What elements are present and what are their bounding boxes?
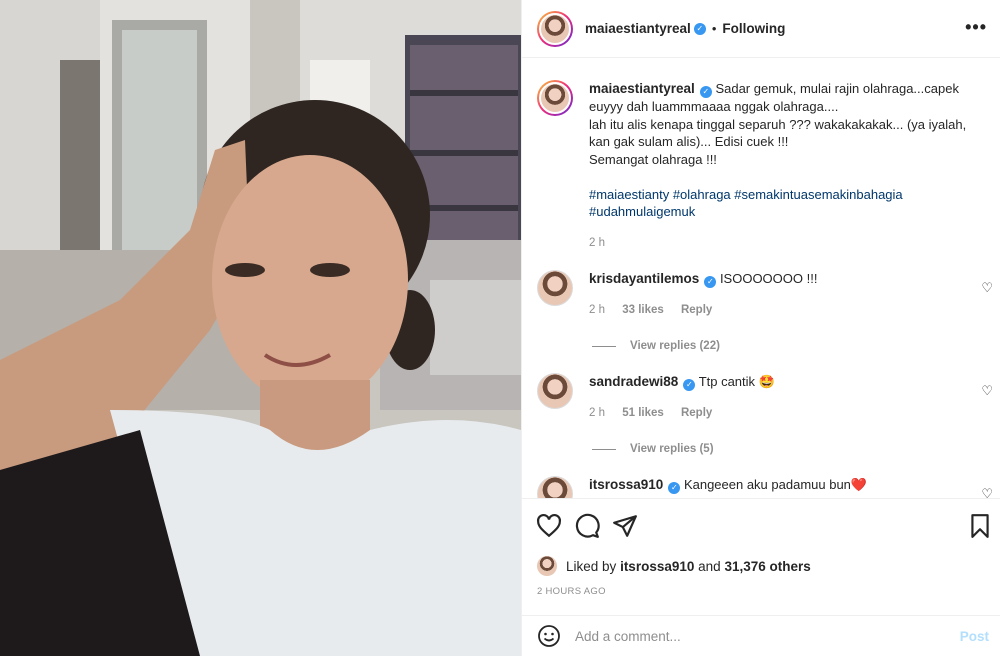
post-timestamp[interactable]: 2 HOURS AGO bbox=[537, 586, 606, 597]
comment-bubble-icon[interactable] bbox=[574, 513, 600, 539]
comment-likes[interactable]: 33 likes bbox=[622, 304, 664, 316]
post-details-panel: maiaestiantyreal ✓ • Following ••• maiae… bbox=[521, 0, 1000, 656]
reply-button[interactable]: Reply bbox=[681, 304, 712, 316]
author-info: maiaestiantyreal ✓ • Following bbox=[585, 21, 785, 36]
liked-by-others[interactable]: 31,376 others bbox=[724, 559, 810, 574]
comment-username[interactable]: sandradewi88 bbox=[589, 374, 678, 389]
caption-meta: 2 h bbox=[589, 235, 989, 253]
view-replies-label: View replies (5) bbox=[630, 443, 714, 455]
reply-button[interactable]: Reply bbox=[681, 407, 712, 419]
like-heart-icon[interactable] bbox=[536, 513, 562, 539]
following-button[interactable]: Following bbox=[722, 21, 785, 36]
instagram-post: maiaestiantyreal ✓ • Following ••• maiae… bbox=[0, 0, 1000, 656]
comment-likes[interactable]: 51 likes bbox=[622, 407, 664, 419]
comments-scroll-area[interactable]: maiaestiantyreal ✓ Sadar gemuk, mulai raj… bbox=[522, 58, 1000, 498]
share-paper-plane-icon[interactable] bbox=[612, 513, 638, 539]
comment-avatar[interactable] bbox=[537, 373, 573, 409]
verified-badge-icon: ✓ bbox=[683, 379, 696, 391]
author-avatar[interactable] bbox=[537, 10, 573, 47]
comment-time[interactable]: 2 h bbox=[589, 304, 605, 316]
comment-like-heart-icon[interactable]: ♡ bbox=[981, 383, 993, 399]
liked-by-prefix: Liked by bbox=[566, 558, 617, 574]
comment-meta: 2 h 33 likes Reply bbox=[589, 302, 989, 320]
caption-line-1: maiaestiantyreal ✓ Sadar gemuk, mulai raj… bbox=[589, 80, 989, 116]
comment-text: Kangeeen aku padamuu bun❤️ bbox=[683, 477, 868, 492]
view-replies-line bbox=[592, 448, 616, 450]
view-replies-button[interactable]: View replies (22) bbox=[592, 340, 720, 352]
comment-line: sandradewi88 ✓ Ttp cantik 🤩 bbox=[589, 373, 989, 391]
likes-summary: Liked by itsrossa910 and 31,376 others bbox=[537, 556, 811, 576]
more-options-icon[interactable]: ••• bbox=[965, 17, 987, 38]
post-comment-button[interactable]: Post bbox=[960, 629, 989, 644]
comment-text: Ttp cantik 🤩 bbox=[698, 374, 775, 389]
comment-line: krisdayantilemos ✓ ISOOOOOOO !!! bbox=[589, 270, 989, 288]
verified-badge-icon: ✓ bbox=[704, 276, 717, 288]
caption-time[interactable]: 2 h bbox=[589, 237, 605, 249]
liked-by-user[interactable]: itsrossa910 bbox=[620, 559, 694, 574]
comment-meta: 2 h 51 likes Reply bbox=[589, 405, 989, 423]
caption: maiaestiantyreal ✓ Sadar gemuk, mulai raj… bbox=[537, 80, 989, 252]
post-header: maiaestiantyreal ✓ • Following ••• bbox=[522, 0, 1000, 58]
comment-line: itsrossa910 ✓ Kangeeen aku padamuu bun❤️ bbox=[589, 476, 989, 494]
action-bar: Liked by itsrossa910 and 31,376 others 2… bbox=[522, 498, 1000, 604]
view-replies-label: View replies (22) bbox=[630, 340, 720, 352]
add-comment-bar: Add a comment... Post bbox=[522, 615, 1000, 656]
emoji-smiley-icon[interactable] bbox=[537, 624, 561, 648]
comment-avatar[interactable] bbox=[537, 270, 573, 306]
view-replies-line bbox=[592, 345, 616, 347]
comment-body: sandradewi88 ✓ Ttp cantik 🤩 2 h 51 likes … bbox=[589, 373, 989, 423]
verified-badge-icon: ✓ bbox=[693, 22, 706, 35]
comment-time[interactable]: 2 h bbox=[589, 407, 605, 419]
caption-username[interactable]: maiaestiantyreal bbox=[589, 81, 695, 96]
author-username[interactable]: maiaestiantyreal bbox=[585, 21, 691, 36]
verified-badge-icon: ✓ bbox=[668, 482, 681, 494]
caption-hashtags[interactable]: #maiaestianty #olahraga #semakintuasemak… bbox=[589, 186, 989, 221]
comment: sandradewi88 ✓ Ttp cantik 🤩 2 h 51 likes … bbox=[537, 373, 989, 423]
comment-body: itsrossa910 ✓ Kangeeen aku padamuu bun❤️ bbox=[589, 476, 989, 498]
comment-username[interactable]: krisdayantilemos bbox=[589, 271, 699, 286]
caption-body: maiaestiantyreal ✓ Sadar gemuk, mulai raj… bbox=[589, 80, 989, 252]
comment-input[interactable]: Add a comment... bbox=[575, 629, 960, 644]
caption-line-2: lah itu alis kenapa tinggal separuh ??? … bbox=[589, 116, 967, 150]
liker-avatar[interactable] bbox=[537, 556, 557, 576]
header-separator: • bbox=[711, 21, 717, 36]
comment-username[interactable]: itsrossa910 bbox=[589, 477, 663, 492]
comment-like-heart-icon[interactable]: ♡ bbox=[981, 486, 993, 498]
comment-like-heart-icon[interactable]: ♡ bbox=[981, 280, 993, 296]
comment: krisdayantilemos ✓ ISOOOOOOO !!! 2 h 33 l… bbox=[537, 270, 989, 320]
comment-text: ISOOOOOOO !!! bbox=[719, 271, 818, 286]
view-replies-button[interactable]: View replies (5) bbox=[592, 443, 714, 455]
comment: itsrossa910 ✓ Kangeeen aku padamuu bun❤️ bbox=[537, 476, 989, 498]
save-bookmark-icon[interactable] bbox=[967, 513, 993, 539]
verified-badge-icon: ✓ bbox=[699, 86, 712, 98]
caption-line-3: Semangat olahraga !!! bbox=[589, 151, 717, 167]
post-photo[interactable] bbox=[0, 0, 521, 656]
selfie-image bbox=[0, 0, 521, 656]
liked-by-and: and bbox=[698, 558, 721, 574]
comment-body: krisdayantilemos ✓ ISOOOOOOO !!! 2 h 33 l… bbox=[589, 270, 989, 320]
caption-avatar[interactable] bbox=[537, 80, 573, 116]
comment-avatar[interactable] bbox=[537, 476, 573, 498]
